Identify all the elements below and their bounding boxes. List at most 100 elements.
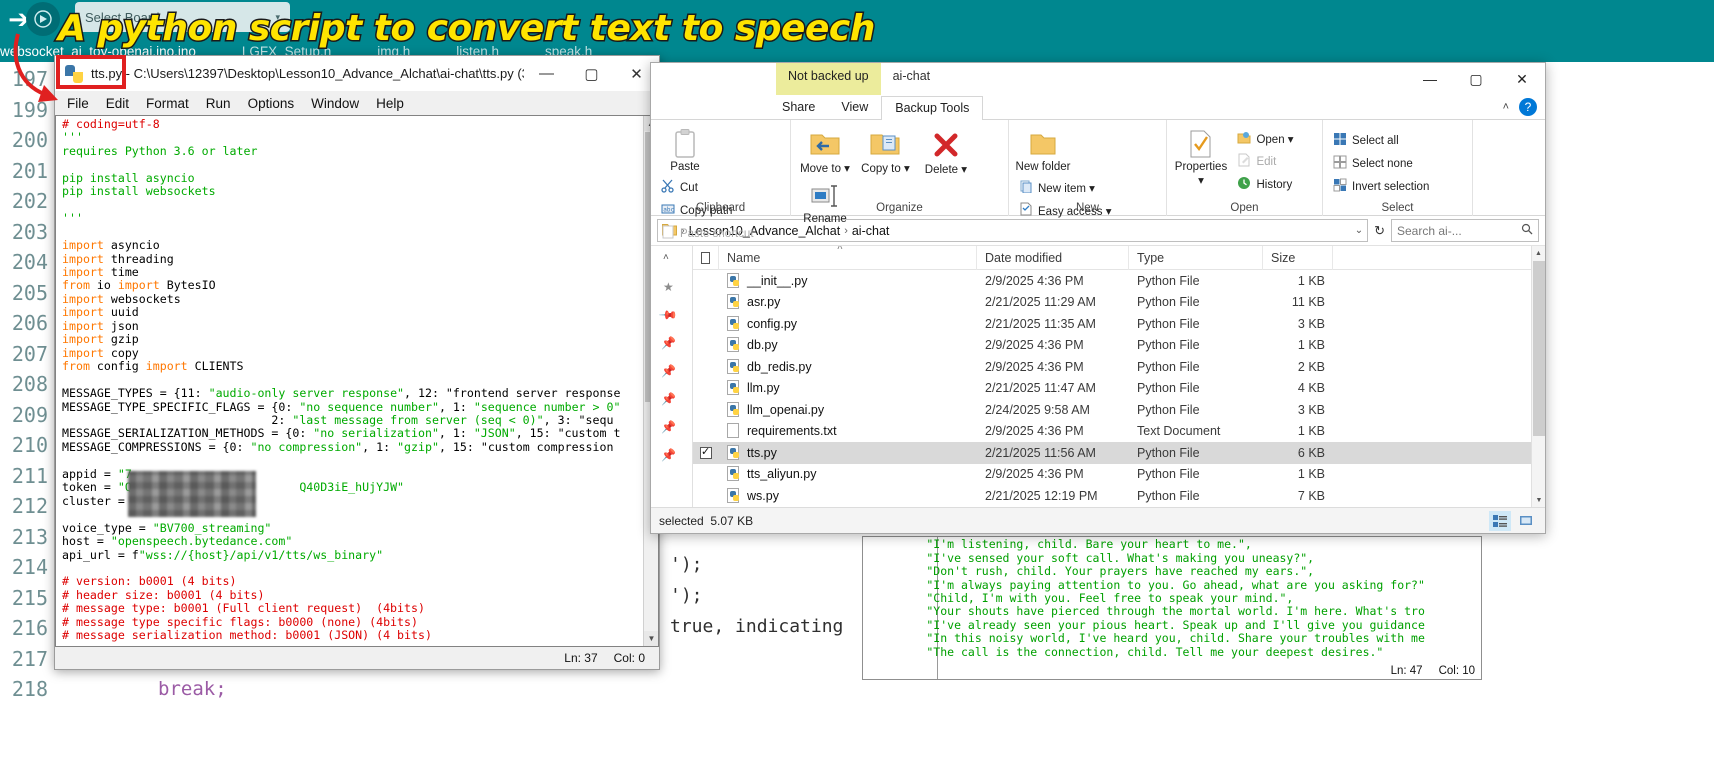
menu-window[interactable]: Window bbox=[311, 96, 359, 111]
breadcrumb-item-1[interactable]: ai-chat bbox=[852, 224, 890, 238]
cell-size: 2 KB bbox=[1297, 359, 1325, 374]
cell-name[interactable]: asr.py bbox=[719, 294, 977, 310]
explorer-tab-folder[interactable]: ai-chat bbox=[881, 63, 943, 95]
column-header-type[interactable]: Type bbox=[1129, 246, 1263, 270]
file-name-label: llm.py bbox=[747, 381, 780, 396]
refresh-icon[interactable]: ↻ bbox=[1374, 223, 1385, 239]
delete-button[interactable]: Delete ▾ bbox=[918, 125, 974, 176]
new-folder-button[interactable]: New folder bbox=[1015, 124, 1071, 173]
rename-button[interactable]: Rename bbox=[797, 176, 853, 225]
explorer-tab-backup-status[interactable]: Not backed up bbox=[776, 63, 881, 95]
paste-shortcut-icon bbox=[661, 225, 675, 242]
help-icon[interactable]: ? bbox=[1519, 98, 1537, 116]
idle-minimize-button[interactable]: — bbox=[524, 56, 569, 91]
invert-selection-button[interactable]: Invert selection bbox=[1329, 176, 1433, 197]
menu-help[interactable]: Help bbox=[376, 96, 404, 111]
file-explorer-window[interactable]: Not backed up ai-chat — ▢ ✕ Share View B… bbox=[650, 62, 1546, 534]
cut-button[interactable]: Cut bbox=[657, 177, 758, 198]
cell-name[interactable]: db.py bbox=[719, 337, 977, 353]
new-item-button[interactable]: New item ▾ bbox=[1015, 177, 1116, 198]
select-none-button[interactable]: Select none bbox=[1329, 153, 1433, 174]
idle-editor-window[interactable]: tts.py - C:\Users\12397\Desktop\Lesson10… bbox=[54, 55, 660, 670]
cell-size: 4 KB bbox=[1297, 381, 1325, 396]
console-col-indicator: Col: 10 bbox=[1438, 665, 1475, 677]
navpane-collapse-icon[interactable]: ˄ bbox=[663, 252, 669, 263]
cell-name[interactable]: tts_aliyun.py bbox=[719, 466, 977, 482]
table-row[interactable]: ws.py 2/21/2025 12:19 PM Python File 7 KB bbox=[693, 485, 1545, 507]
column-header-date[interactable]: Date modified bbox=[977, 246, 1129, 270]
search-box[interactable]: Search ai-... bbox=[1391, 219, 1539, 242]
cell-name[interactable]: llm.py bbox=[719, 380, 977, 396]
table-row[interactable]: asr.py 2/21/2025 11:29 AM Python File 11 KB bbox=[693, 292, 1545, 314]
arduino-line-number: 213 bbox=[11, 524, 48, 549]
console-line: "Child, I'm with you. Feel free to speak… bbox=[871, 591, 1294, 606]
ribbon-collapse-icon[interactable]: ˄ bbox=[1503, 101, 1509, 113]
explorer-file-list[interactable]: Name ˄ Date modified Type Size __init__.… bbox=[693, 246, 1545, 507]
copy-to-button[interactable]: Copy to ▾ bbox=[857, 124, 913, 175]
table-row[interactable]: requirements.txt 2/9/2025 4:36 PM Text Doc… bbox=[693, 421, 1545, 443]
address-dropdown-icon[interactable]: ⌄ bbox=[1355, 225, 1363, 236]
file-list-scrollbar[interactable]: ▲ ▼ bbox=[1531, 246, 1545, 507]
select-all-checkbox-header[interactable] bbox=[693, 246, 719, 270]
table-row[interactable]: llm.py 2/21/2025 11:47 AM Python File 4 KB bbox=[693, 378, 1545, 400]
explorer-ribbon[interactable]: Paste Cut abc Copy path Paste shortcut C… bbox=[651, 120, 1545, 240]
idle-text-area[interactable]: # coding=utf-8 ''' requires Python 3.6 or … bbox=[55, 115, 659, 647]
scroll-down-icon[interactable]: ▼ bbox=[1532, 493, 1545, 507]
idle-scroll-down-icon[interactable]: ▼ bbox=[644, 631, 658, 646]
cell-name[interactable]: ws.py bbox=[719, 487, 977, 504]
header-checkbox[interactable] bbox=[701, 251, 710, 264]
cell-type: Python File bbox=[1137, 402, 1200, 417]
history-button[interactable]: History bbox=[1233, 174, 1297, 195]
cell-name[interactable]: config.py bbox=[719, 315, 977, 332]
file-list-column-headers: Name ˄ Date modified Type Size bbox=[693, 246, 1545, 270]
open-button[interactable]: Open ▾ bbox=[1233, 128, 1297, 149]
explorer-close-button[interactable]: ✕ bbox=[1499, 63, 1545, 95]
cell-name[interactable]: requirements.txt bbox=[719, 423, 977, 439]
table-row[interactable]: llm_openai.py 2/24/2025 9:58 AM Python Fil… bbox=[693, 399, 1545, 421]
background-console-panel[interactable]: sentence = random.choice([ "I'm listenin… bbox=[862, 536, 1482, 680]
ribbon-group-clipboard: Paste Cut abc Copy path Paste shortcut C… bbox=[651, 120, 791, 240]
menu-options[interactable]: Options bbox=[248, 96, 295, 111]
search-input[interactable]: Search ai-... bbox=[1397, 224, 1462, 238]
cell-name[interactable]: llm_openai.py bbox=[719, 401, 977, 418]
table-row[interactable]: tts_aliyun.py 2/9/2025 4:36 PM Python File… bbox=[693, 464, 1545, 486]
table-row[interactable]: tts.py 2/21/2025 11:56 AM Python File 6 KB bbox=[693, 442, 1545, 464]
cell-name[interactable]: tts.py bbox=[719, 444, 977, 461]
details-view-button[interactable] bbox=[1489, 510, 1511, 531]
code-line: MESSAGE_SERIALIZATION_METHODS = {0: "no … bbox=[62, 426, 621, 441]
table-row[interactable]: db.py 2/9/2025 4:36 PM Python File 1 KB bbox=[693, 335, 1545, 357]
column-header-name[interactable]: Name ˄ bbox=[719, 246, 977, 270]
large-icons-view-button[interactable] bbox=[1515, 511, 1537, 531]
select-all-button[interactable]: Select all bbox=[1329, 130, 1433, 151]
explorer-navigation-pane[interactable]: ˄ ★ 📌 📌 📌 📌 📌 📌 bbox=[651, 246, 693, 507]
table-row[interactable]: config.py 2/21/2025 11:35 AM Python File 3 … bbox=[693, 313, 1545, 335]
cell-name[interactable]: db_redis.py bbox=[719, 358, 977, 375]
checkbox-checked-icon[interactable] bbox=[700, 446, 712, 459]
row-checkbox[interactable] bbox=[693, 446, 719, 459]
ribbon-tab-view[interactable]: View bbox=[828, 96, 881, 119]
column-header-size[interactable]: Size bbox=[1263, 246, 1333, 270]
explorer-minimize-button[interactable]: — bbox=[1407, 63, 1453, 95]
menu-format[interactable]: Format bbox=[146, 96, 189, 111]
idle-maximize-button[interactable]: ▢ bbox=[569, 56, 614, 91]
cell-name[interactable]: __init__.py bbox=[719, 272, 977, 289]
properties-button[interactable]: Properties ▾ bbox=[1173, 124, 1229, 187]
arduino-line-number: 216 bbox=[11, 616, 48, 640]
ribbon-tab-backup-tools[interactable]: Backup Tools bbox=[881, 95, 984, 121]
paste-button[interactable]: Paste bbox=[657, 124, 713, 173]
arduino-line-number: 211 bbox=[11, 463, 48, 488]
ribbon-tab-share[interactable]: Share bbox=[769, 96, 828, 119]
move-to-button[interactable]: Move to ▾ bbox=[797, 124, 853, 175]
explorer-maximize-button[interactable]: ▢ bbox=[1453, 63, 1499, 95]
scrollbar-thumb[interactable] bbox=[1533, 261, 1545, 436]
explorer-titlebar[interactable]: Not backed up ai-chat — ▢ ✕ bbox=[651, 63, 1545, 95]
scroll-up-icon[interactable]: ▲ bbox=[1532, 246, 1545, 260]
ribbon-group-select-label: Select bbox=[1381, 202, 1414, 214]
table-row[interactable]: db_redis.py 2/9/2025 4:36 PM Python File 2 … bbox=[693, 356, 1545, 378]
table-row[interactable]: __init__.py 2/9/2025 4:36 PM Python File 1 … bbox=[693, 270, 1545, 292]
idle-source-code[interactable]: # coding=utf-8 ''' requires Python 3.6 or … bbox=[62, 117, 642, 643]
menu-run[interactable]: Run bbox=[206, 96, 231, 111]
code-line: MESSAGE_TYPES = {11: "audio-only server … bbox=[62, 386, 621, 401]
address-field[interactable]: › Lesson10_Advance_Alchat › ai-chat ⌄ bbox=[657, 219, 1369, 242]
idle-titlebar[interactable]: tts.py - C:\Users\12397\Desktop\Lesson10… bbox=[55, 56, 659, 91]
